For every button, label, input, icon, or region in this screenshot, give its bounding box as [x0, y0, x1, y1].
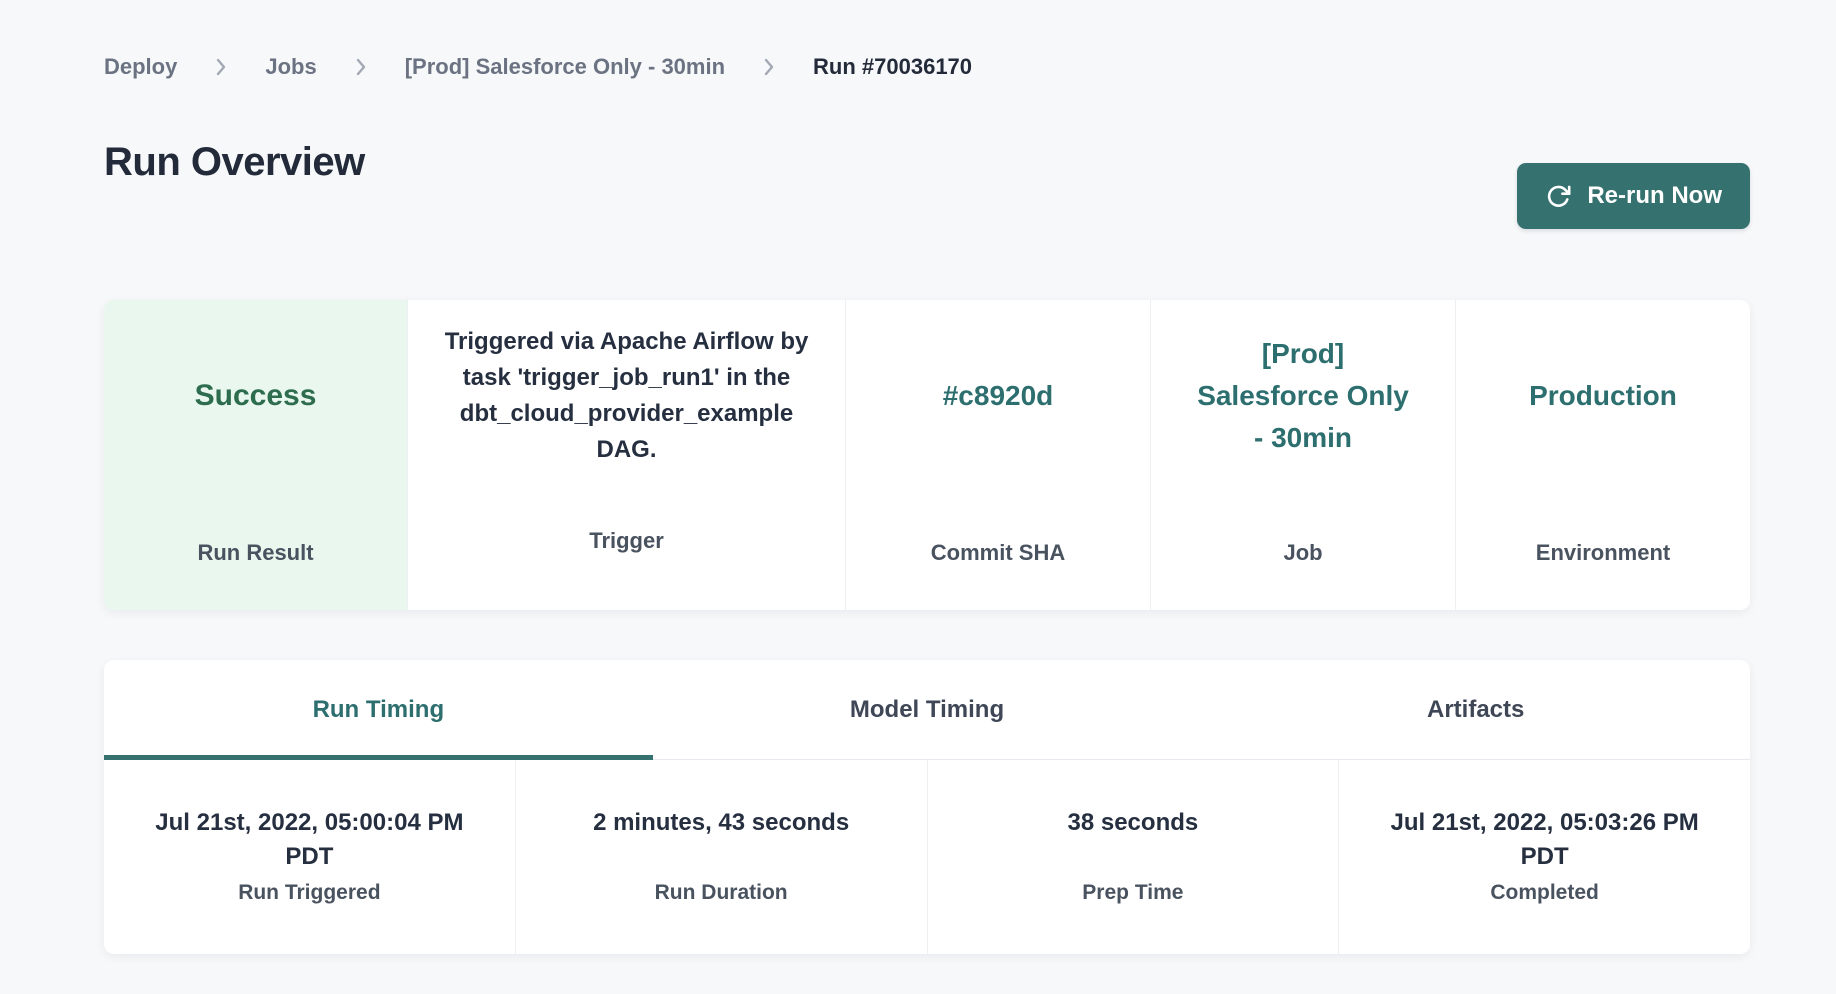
trigger-card: Triggered via Apache Airflow by task 'tr…: [408, 300, 846, 610]
page-title: Run Overview: [104, 138, 365, 186]
completed-value: Jul 21st, 2022, 05:03:26 PM PDT: [1367, 806, 1722, 878]
page-header: Run Overview Re-run Now: [104, 138, 1750, 229]
run-result-card: Success Run Result: [104, 300, 408, 610]
completed-label: Completed: [1367, 881, 1722, 905]
run-result-value: Success: [195, 375, 317, 417]
environment-link[interactable]: Production: [1529, 375, 1677, 417]
prep-time-value: 38 seconds: [956, 806, 1311, 878]
run-result-label: Run Result: [104, 540, 407, 566]
environment-card: Production Environment: [1456, 300, 1750, 610]
breadcrumb: Deploy Jobs [Prod] Salesforce Only - 30m…: [104, 0, 1750, 80]
run-duration-card: 2 minutes, 43 seconds Run Duration: [516, 760, 928, 954]
prep-time-label: Prep Time: [956, 881, 1311, 905]
refresh-icon: [1545, 183, 1572, 210]
tab-bar: Run Timing Model Timing Artifacts: [104, 660, 1750, 760]
chevron-right-icon: [355, 57, 367, 77]
job-label: Job: [1151, 540, 1455, 566]
environment-label: Environment: [1456, 540, 1750, 566]
rerun-now-label: Re-run Now: [1587, 182, 1722, 210]
rerun-now-button[interactable]: Re-run Now: [1517, 163, 1750, 229]
run-timing-panel: Jul 21st, 2022, 05:00:04 PM PDT Run Trig…: [104, 760, 1750, 954]
trigger-value: Triggered via Apache Airflow by task 'tr…: [432, 324, 821, 468]
run-triggered-value: Jul 21st, 2022, 05:00:04 PM PDT: [132, 806, 487, 878]
job-link[interactable]: [Prod] Salesforce Only - 30min: [1194, 333, 1412, 459]
commit-sha-link[interactable]: #c8920d: [943, 375, 1054, 417]
run-detail-panel: Run Timing Model Timing Artifacts Jul 21…: [104, 660, 1750, 954]
tab-run-timing[interactable]: Run Timing: [104, 660, 653, 759]
tab-artifacts[interactable]: Artifacts: [1201, 660, 1750, 759]
run-triggered-card: Jul 21st, 2022, 05:00:04 PM PDT Run Trig…: [104, 760, 516, 954]
chevron-right-icon: [763, 57, 775, 77]
breadcrumb-item-job-name[interactable]: [Prod] Salesforce Only - 30min: [405, 54, 725, 80]
completed-card: Jul 21st, 2022, 05:03:26 PM PDT Complete…: [1339, 760, 1750, 954]
trigger-label: Trigger: [408, 528, 845, 554]
breadcrumb-item-run-number: Run #70036170: [813, 54, 972, 80]
run-duration-value: 2 minutes, 43 seconds: [544, 806, 899, 878]
page-container: Deploy Jobs [Prod] Salesforce Only - 30m…: [104, 0, 1750, 954]
prep-time-card: 38 seconds Prep Time: [928, 760, 1340, 954]
commit-sha-label: Commit SHA: [846, 540, 1150, 566]
breadcrumb-item-jobs[interactable]: Jobs: [265, 54, 316, 80]
tab-model-timing[interactable]: Model Timing: [653, 660, 1202, 759]
run-duration-label: Run Duration: [544, 881, 899, 905]
run-triggered-label: Run Triggered: [132, 881, 487, 905]
commit-sha-card: #c8920d Commit SHA: [846, 300, 1151, 610]
run-summary-cards: Success Run Result Triggered via Apache …: [104, 300, 1750, 610]
breadcrumb-item-deploy[interactable]: Deploy: [104, 54, 177, 80]
chevron-right-icon: [215, 57, 227, 77]
job-card: [Prod] Salesforce Only - 30min Job: [1151, 300, 1456, 610]
